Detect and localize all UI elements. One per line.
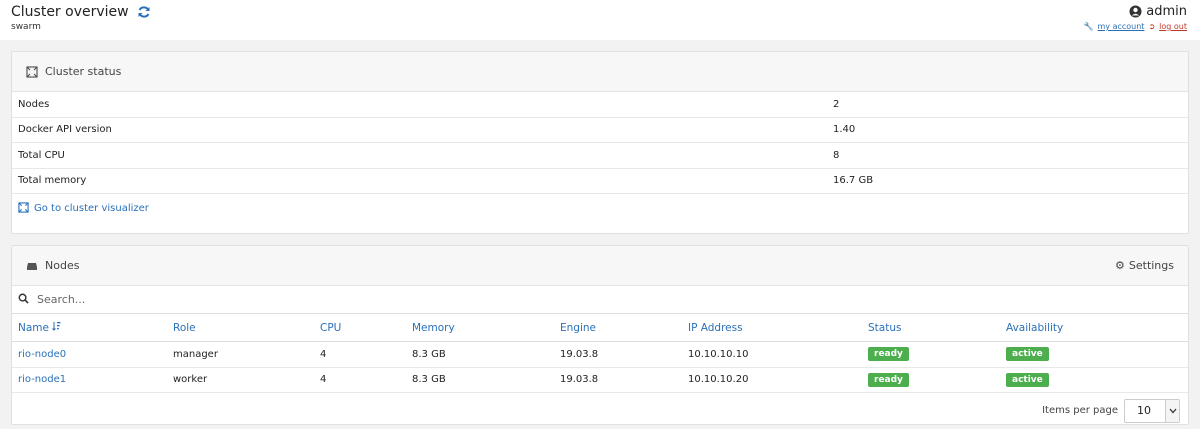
status-row: Total CPU 8 (12, 143, 1188, 169)
node-status-cell: ready (868, 347, 1006, 362)
node-availability-cell: active (1006, 347, 1156, 362)
node-status-cell: ready (868, 372, 1006, 387)
node-cpu: 4 (320, 348, 327, 360)
cluster-visualizer-label: Go to cluster visualizer (34, 202, 149, 214)
nodes-title-wrap: Nodes (26, 259, 79, 272)
node-engine: 19.03.8 (560, 348, 599, 360)
items-per-page-value: 10 (1137, 404, 1151, 417)
status-value: 1.40 (833, 124, 856, 136)
node-role: worker (173, 374, 208, 386)
cluster-icon (26, 65, 38, 78)
status-value: 8 (833, 149, 840, 161)
node-name-link[interactable]: rio-node0 (12, 349, 173, 360)
cluster-status-title: Cluster status (45, 65, 122, 78)
settings-button[interactable]: ⚙ Settings (1115, 259, 1174, 272)
node-ip: 10.10.10.10 (688, 348, 749, 360)
sign-out-icon: ➲ (1148, 22, 1156, 31)
title-row: Cluster overview (11, 4, 151, 20)
nodes-header: Nodes ⚙ Settings (12, 246, 1188, 286)
username: admin (1146, 4, 1187, 19)
status-row: Docker API version 1.40 (12, 118, 1188, 143)
cluster-status-panel: Cluster status Nodes 2 Docker API versio… (11, 51, 1189, 234)
chevron-down-icon (1165, 399, 1179, 422)
page-title: Cluster overview (11, 4, 129, 20)
status-badge: ready (868, 347, 909, 362)
top-header: Cluster overview swarm admin 🔧 my accoun… (0, 0, 1200, 40)
refresh-icon[interactable] (137, 5, 151, 19)
column-header-availability[interactable]: Availability (1006, 322, 1156, 334)
column-header-role[interactable]: Role (173, 322, 320, 334)
column-header-memory[interactable]: Memory (412, 322, 560, 334)
column-header-engine[interactable]: Engine (560, 322, 688, 334)
endpoint-subtitle: swarm (11, 22, 41, 32)
column-header-ip-address[interactable]: IP Address (688, 322, 868, 334)
pagination-footer: Items per page 10 (12, 393, 1188, 428)
user-links: 🔧 my account ➲ log out (1084, 22, 1187, 31)
status-key: Nodes (18, 98, 50, 110)
log-out-link[interactable]: log out (1159, 22, 1187, 31)
status-key: Total memory (18, 175, 87, 187)
cluster-icon (18, 202, 30, 214)
status-key: Total CPU (18, 149, 65, 161)
node-availability-cell: active (1006, 372, 1156, 387)
column-header-status[interactable]: Status (868, 322, 1006, 334)
table-header: Name Role CPU Memory Engine IP Address S… (12, 314, 1188, 342)
nodes-title: Nodes (45, 259, 80, 272)
cluster-visualizer-link[interactable]: Go to cluster visualizer (12, 194, 1188, 222)
search-row (12, 286, 1188, 314)
main-content: Cluster status Nodes 2 Docker API versio… (0, 40, 1200, 429)
availability-badge: active (1006, 372, 1049, 387)
node-name-link[interactable]: rio-node1 (12, 374, 173, 385)
availability-badge: active (1006, 347, 1049, 362)
items-per-page-select[interactable]: 10 (1124, 398, 1180, 423)
status-key: Docker API version (18, 124, 112, 136)
table-row: rio-node0 manager 4 8.3 GB 19.03.8 10.10… (12, 342, 1188, 368)
column-header-label: Name (18, 321, 49, 334)
search-input[interactable] (37, 293, 637, 306)
my-account-link[interactable]: my account (1098, 22, 1145, 31)
node-engine: 19.03.8 (560, 374, 599, 386)
status-value: 16.7 GB (833, 175, 874, 187)
status-row: Total memory 16.7 GB (12, 169, 1188, 194)
column-header-cpu[interactable]: CPU (320, 322, 412, 334)
node-role: manager (173, 348, 218, 360)
node-ip: 10.10.10.20 (688, 374, 749, 386)
sort-icon (52, 321, 61, 334)
user-row: admin (1084, 4, 1187, 19)
wrench-icon: 🔧 (1083, 22, 1094, 31)
server-icon (26, 260, 38, 272)
cluster-status-header: Cluster status (12, 52, 1188, 92)
user-circle-icon (1129, 5, 1142, 18)
cluster-status-title-wrap: Cluster status (26, 65, 121, 78)
nodes-panel: Nodes ⚙ Settings Name (11, 245, 1189, 425)
items-per-page-label: Items per page (1042, 405, 1118, 416)
status-row: Nodes 2 (12, 92, 1188, 118)
status-value: 2 (833, 98, 840, 110)
node-memory: 8.3 GB (412, 374, 446, 386)
search-icon (18, 293, 29, 307)
gear-icon: ⚙ (1115, 259, 1125, 272)
node-memory: 8.3 GB (412, 348, 446, 360)
user-block: admin 🔧 my account ➲ log out (1084, 4, 1187, 31)
settings-label: Settings (1128, 259, 1174, 272)
column-header-name[interactable]: Name (12, 321, 173, 334)
status-badge: ready (868, 372, 909, 387)
table-row: rio-node1 worker 4 8.3 GB 19.03.8 10.10.… (12, 368, 1188, 393)
node-cpu: 4 (320, 374, 327, 386)
